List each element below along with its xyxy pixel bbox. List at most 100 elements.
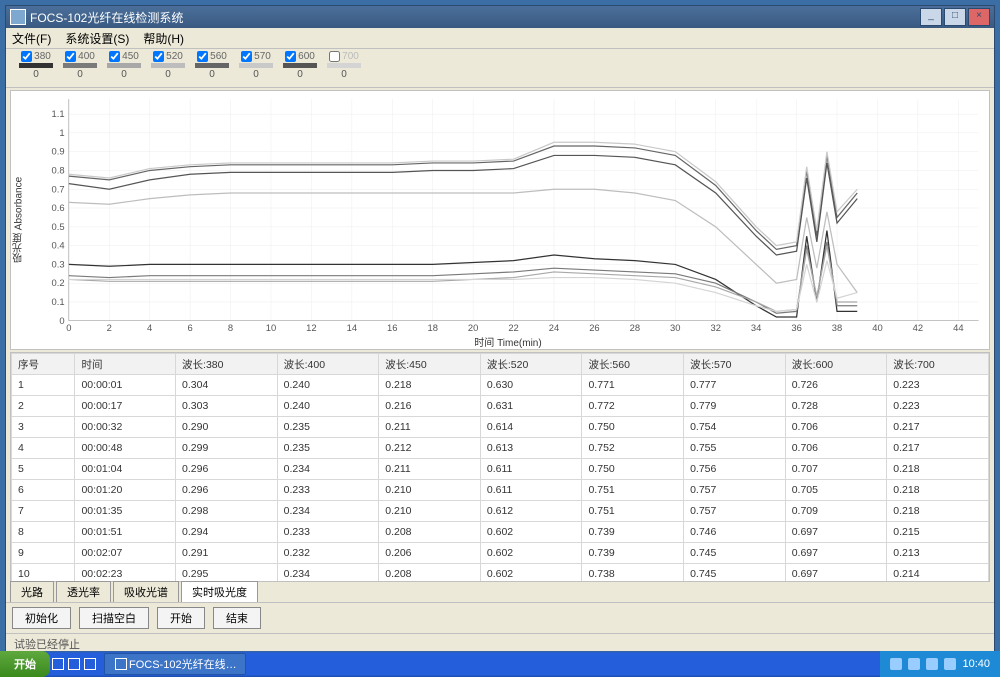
start-button[interactable]: 开始 (0, 651, 50, 677)
table-row[interactable]: 600:01:200.2960.2330.2100.6110.7510.7570… (12, 480, 989, 501)
table-cell: 0.751 (582, 501, 684, 522)
action-button[interactable]: 扫描空白 (79, 607, 149, 629)
table-row[interactable]: 300:00:320.2900.2350.2110.6140.7500.7540… (12, 417, 989, 438)
maximize-button[interactable]: □ (944, 8, 966, 26)
table-cell: 0.291 (176, 543, 278, 564)
svg-text:0.9: 0.9 (52, 147, 65, 157)
zero-value: 0 (33, 69, 39, 80)
table-cell: 0.304 (176, 375, 278, 396)
column-header[interactable]: 波长:600 (785, 354, 887, 375)
wavelength-checkbox-label[interactable]: 700 (329, 51, 359, 62)
table-cell: 3 (12, 417, 75, 438)
svg-text:28: 28 (630, 323, 640, 333)
svg-text:10: 10 (266, 323, 276, 333)
view-tab[interactable]: 实时吸光度 (181, 581, 258, 602)
svg-text:14: 14 (347, 323, 357, 333)
table-row[interactable]: 400:00:480.2990.2350.2120.6130.7520.7550… (12, 438, 989, 459)
column-header[interactable]: 时间 (75, 354, 176, 375)
zero-value: 0 (165, 69, 171, 80)
table-cell: 8 (12, 522, 75, 543)
column-header[interactable]: 波长:380 (176, 354, 278, 375)
wavelength-checkbox[interactable] (285, 51, 296, 62)
table-cell: 0.757 (684, 480, 786, 501)
wavelength-checkbox[interactable] (65, 51, 76, 62)
svg-text:2: 2 (107, 323, 112, 333)
quicklaunch-icon[interactable] (84, 658, 96, 670)
wavelength-checkbox[interactable] (109, 51, 120, 62)
table-cell: 0.234 (277, 501, 379, 522)
table-row[interactable]: 900:02:070.2910.2320.2060.6020.7390.7450… (12, 543, 989, 564)
table-row[interactable]: 700:01:350.2980.2340.2100.6120.7510.7570… (12, 501, 989, 522)
taskbar[interactable]: 开始 FOCS-102光纤在线… 10:40 (0, 651, 1000, 677)
table-row[interactable]: 200:00:170.3030.2400.2160.6310.7720.7790… (12, 396, 989, 417)
svg-text:0.1: 0.1 (52, 297, 65, 307)
wavelength-checkbox-label[interactable]: 380 (21, 51, 51, 62)
view-tab[interactable]: 透光率 (56, 581, 111, 602)
table-cell: 0.630 (480, 375, 582, 396)
wavelength-checkbox[interactable] (197, 51, 208, 62)
view-tab[interactable]: 光路 (10, 581, 54, 602)
wavelength-checkbox[interactable] (153, 51, 164, 62)
table-cell: 0.210 (379, 501, 481, 522)
tray-icon[interactable] (908, 658, 920, 670)
tray-icon[interactable] (944, 658, 956, 670)
table-cell: 0.234 (277, 564, 379, 583)
quicklaunch-icon[interactable] (68, 658, 80, 670)
wavelength-checkbox-label[interactable]: 450 (109, 51, 139, 62)
view-tab[interactable]: 吸收光谱 (113, 581, 179, 602)
wavelength-checkbox-label[interactable]: 520 (153, 51, 183, 62)
zero-value: 0 (297, 69, 303, 80)
zero-value: 0 (253, 69, 259, 80)
close-button[interactable]: × (968, 8, 990, 26)
table-cell: 00:01:20 (75, 480, 176, 501)
table-cell: 0.211 (379, 417, 481, 438)
column-header[interactable]: 波长:400 (277, 354, 379, 375)
table-cell: 0.752 (582, 438, 684, 459)
column-header[interactable]: 序号 (12, 354, 75, 375)
menu-item[interactable]: 系统设置(S) (65, 30, 129, 47)
table-cell: 0.216 (379, 396, 481, 417)
action-button[interactable]: 开始 (157, 607, 205, 629)
wavelength-checkbox-label[interactable]: 570 (241, 51, 271, 62)
tray-icon[interactable] (890, 658, 902, 670)
action-button[interactable]: 初始化 (12, 607, 71, 629)
wavelength-checkbox[interactable] (241, 51, 252, 62)
color-swatch (107, 63, 141, 68)
column-header[interactable]: 波长:520 (480, 354, 582, 375)
clock[interactable]: 10:40 (962, 658, 990, 670)
menu-item[interactable]: 文件(F) (12, 30, 51, 47)
wavelength-checkbox-label[interactable]: 600 (285, 51, 315, 62)
table-cell: 0.602 (480, 522, 582, 543)
column-header[interactable]: 波长:560 (582, 354, 684, 375)
column-header[interactable]: 波长:700 (887, 354, 989, 375)
app-window: FOCS-102光纤在线检测系统 _ □ × 文件(F) 系统设置(S) 帮助(H)… (5, 5, 995, 657)
menu-item[interactable]: 帮助(H) (143, 30, 184, 47)
system-tray[interactable]: 10:40 (880, 651, 1000, 677)
data-table-panel[interactable]: 序号时间波长:380波长:400波长:450波长:520波长:560波长:570… (10, 352, 990, 582)
table-row[interactable]: 1000:02:230.2950.2340.2080.6020.7380.745… (12, 564, 989, 583)
wavelength-checkbox[interactable] (21, 51, 32, 62)
table-row[interactable]: 100:00:010.3040.2400.2180.6300.7710.7770… (12, 375, 989, 396)
wavelength-checkbox[interactable] (329, 51, 340, 62)
action-button[interactable]: 结束 (213, 607, 261, 629)
minimize-button[interactable]: _ (920, 8, 942, 26)
taskbar-app-button[interactable]: FOCS-102光纤在线… (104, 653, 246, 675)
tray-icon[interactable] (926, 658, 938, 670)
table-row[interactable]: 500:01:040.2960.2340.2110.6110.7500.7560… (12, 459, 989, 480)
chart-plot-area[interactable]: 0246810121416182022242628303234363840424… (27, 91, 989, 349)
column-header[interactable]: 波长:450 (379, 354, 481, 375)
table-cell: 0.233 (277, 522, 379, 543)
column-header[interactable]: 波长:570 (684, 354, 786, 375)
table-cell: 0.214 (887, 564, 989, 583)
quicklaunch-icon[interactable] (52, 658, 64, 670)
table-row[interactable]: 800:01:510.2940.2330.2080.6020.7390.7460… (12, 522, 989, 543)
table-cell: 0.728 (785, 396, 887, 417)
table-cell: 0.211 (379, 459, 481, 480)
color-swatch (327, 63, 361, 68)
titlebar[interactable]: FOCS-102光纤在线检测系统 _ □ × (6, 6, 994, 28)
table-cell: 0.614 (480, 417, 582, 438)
wavelength-checkbox-label[interactable]: 560 (197, 51, 227, 62)
wavelength-checkbox-label[interactable]: 400 (65, 51, 95, 62)
table-cell: 0.223 (887, 396, 989, 417)
table-cell: 0.240 (277, 396, 379, 417)
